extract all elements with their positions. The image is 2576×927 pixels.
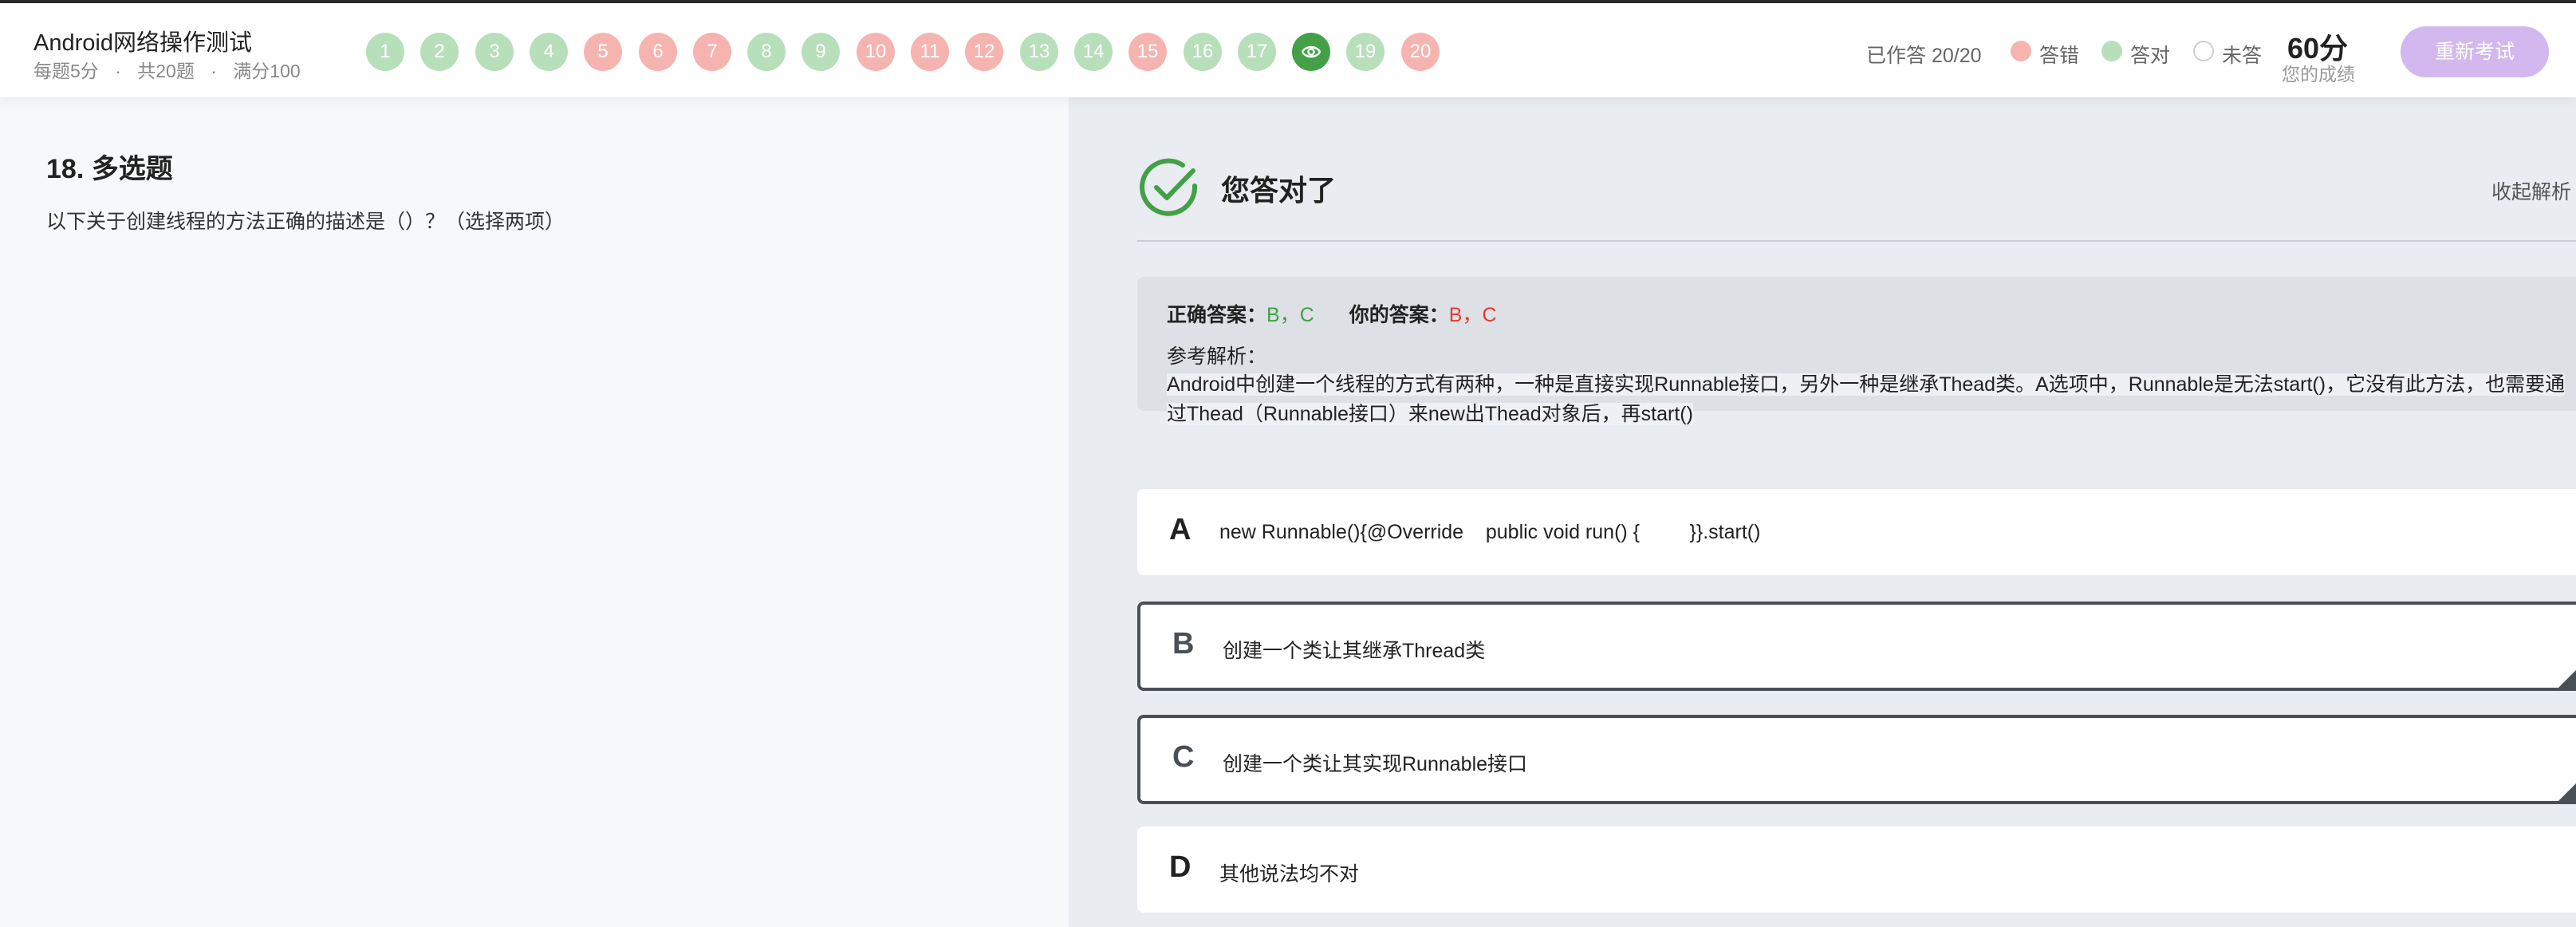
question-nav-label: 17 — [1246, 41, 1268, 62]
correct-answer-value: B，C — [1266, 304, 1314, 326]
exam-title: Android网络操作测试 — [33, 30, 252, 56]
legend-wrong-label: 答错 — [2039, 45, 2080, 67]
question-nav-label: 19 — [1354, 41, 1377, 62]
question-nav-label: 5 — [597, 41, 609, 62]
option-text: 创建一个类让其继承Thread类 — [1223, 640, 1486, 662]
question-nav-9[interactable]: 9 — [802, 33, 840, 71]
question-nav-label: 2 — [434, 41, 445, 62]
question-nav-7[interactable]: 7 — [693, 33, 731, 71]
question-nav-label: 7 — [707, 41, 718, 62]
result-pane: 您答对了 收起解析 正确答案：B，C 你的答案：B，C 参考解析： Android… — [1069, 97, 2576, 927]
question-nav-16[interactable]: 16 — [1184, 33, 1222, 71]
question-nav-15[interactable]: 15 — [1128, 33, 1167, 71]
legend-unanswered: 未答 — [2193, 40, 2273, 67]
question-nav-12[interactable]: 12 — [965, 33, 1003, 71]
question-count: 共20题 — [137, 61, 195, 81]
option-letter: C — [1172, 740, 1195, 774]
question-nav-label: 16 — [1191, 41, 1214, 62]
score-label: 您的成绩 — [2282, 64, 2355, 85]
question-nav-13[interactable]: 13 — [1020, 33, 1058, 71]
selected-corner-marker — [2558, 783, 2576, 801]
question-nav-20[interactable]: 20 — [1401, 33, 1440, 71]
legend-unanswered-label: 未答 — [2222, 45, 2263, 67]
option-text: new Runnable(){@Override public void run… — [1219, 521, 1761, 543]
legend-wrong-swatch — [2011, 41, 2031, 61]
correct-answer-label: 正确答案： — [1167, 304, 1267, 326]
legend-unanswered-swatch — [2193, 41, 2214, 61]
selected-corner-marker — [2558, 670, 2576, 688]
question-nav-17[interactable]: 17 — [1238, 33, 1276, 71]
retake-button[interactable]: 重新考试 — [2401, 26, 2549, 77]
question-nav-label: 3 — [489, 41, 500, 62]
question-nav-3[interactable]: 3 — [475, 33, 514, 71]
result-title: 您答对了 — [1221, 174, 1337, 207]
question-pane: 18. 多选题 以下关于创建线程的方法正确的描述是（）？（选择两项） — [0, 97, 1069, 927]
check-circle-icon — [1140, 158, 1198, 216]
divider — [1137, 240, 2576, 242]
answered-count: 已作答 20/20 — [1866, 45, 1982, 67]
analysis-label: 参考解析： — [1167, 345, 1267, 368]
exam-meta: 每题5分 · 共20题 · 满分100 — [33, 56, 301, 83]
meta-separator: · — [211, 61, 217, 81]
question-nav-label: 15 — [1136, 41, 1159, 62]
eye-icon — [1302, 45, 1321, 58]
question-nav-label: 1 — [380, 41, 391, 62]
question-nav-label: 9 — [815, 41, 826, 62]
your-answer-value: B，C — [1448, 304, 1497, 326]
legend-correct-label: 答对 — [2130, 45, 2171, 67]
option-b[interactable]: B 创建一个类让其继承Thread类 — [1137, 602, 2576, 691]
legend-correct: 答对 — [2101, 40, 2181, 67]
question-nav-1[interactable]: 1 — [366, 33, 404, 71]
question-title: 18. 多选题 — [46, 154, 173, 184]
question-nav-19[interactable]: 19 — [1346, 33, 1385, 71]
question-nav-label: 6 — [652, 41, 664, 62]
question-nav-label: 12 — [973, 41, 995, 62]
question-nav-label: 14 — [1082, 41, 1105, 62]
question-nav-10[interactable]: 10 — [857, 33, 895, 71]
option-d[interactable]: D 其他说法均不对 — [1137, 826, 2576, 913]
points-per-question: 每题5分 — [33, 61, 99, 81]
question-nav-6[interactable]: 6 — [639, 33, 677, 71]
option-letter: B — [1172, 627, 1195, 661]
legend-correct-swatch — [2101, 41, 2122, 61]
meta-separator: · — [115, 61, 121, 81]
legend-wrong: 答错 — [2011, 40, 2090, 67]
option-text: 创建一个类让其实现Runnable接口 — [1223, 753, 1528, 775]
exam-header: Android网络操作测试 每题5分 · 共20题 · 满分100 123456… — [0, 3, 2576, 97]
option-text: 其他说法均不对 — [1219, 863, 1360, 886]
question-nav-18[interactable] — [1292, 33, 1330, 71]
option-letter: D — [1169, 850, 1191, 884]
question-nav-label: 8 — [761, 41, 772, 62]
question-nav-5[interactable]: 5 — [584, 33, 622, 71]
question-nav-label: 11 — [920, 41, 940, 62]
question-nav-11[interactable]: 11 — [911, 33, 949, 71]
analysis-text-content: Android中创建一个线程的方式有两种，一种是直接实现Runnable接口，另… — [1167, 373, 2566, 425]
question-nav-8[interactable]: 8 — [747, 33, 786, 71]
question-nav-label: 20 — [1409, 41, 1432, 62]
answer-row: 正确答案：B，C 你的答案：B，C — [1167, 299, 1497, 328]
your-answer-label: 你的答案： — [1349, 304, 1449, 326]
collapse-analysis-link[interactable]: 收起解析 — [2491, 176, 2571, 205]
question-text: 以下关于创建线程的方法正确的描述是（）？（选择两项） — [46, 211, 565, 233]
option-c[interactable]: C 创建一个类让其实现Runnable接口 — [1137, 715, 2576, 804]
question-nav-2[interactable]: 2 — [420, 33, 459, 71]
analysis-text: Android中创建一个线程的方式有两种，一种是直接实现Runnable接口，另… — [1167, 370, 2570, 429]
question-nav-4[interactable]: 4 — [530, 33, 568, 71]
answer-analysis-box: 正确答案：B，C 你的答案：B，C 参考解析： Android中创建一个线程的方式… — [1137, 277, 2576, 425]
question-nav-label: 4 — [543, 41, 554, 62]
question-nav-14[interactable]: 14 — [1074, 33, 1113, 71]
option-a[interactable]: A new Runnable(){@Override public void r… — [1137, 489, 2576, 575]
option-letter: A — [1169, 513, 1191, 546]
question-nav-label: 10 — [865, 41, 887, 62]
full-score: 满分100 — [233, 61, 301, 81]
question-nav-label: 13 — [1028, 41, 1050, 62]
